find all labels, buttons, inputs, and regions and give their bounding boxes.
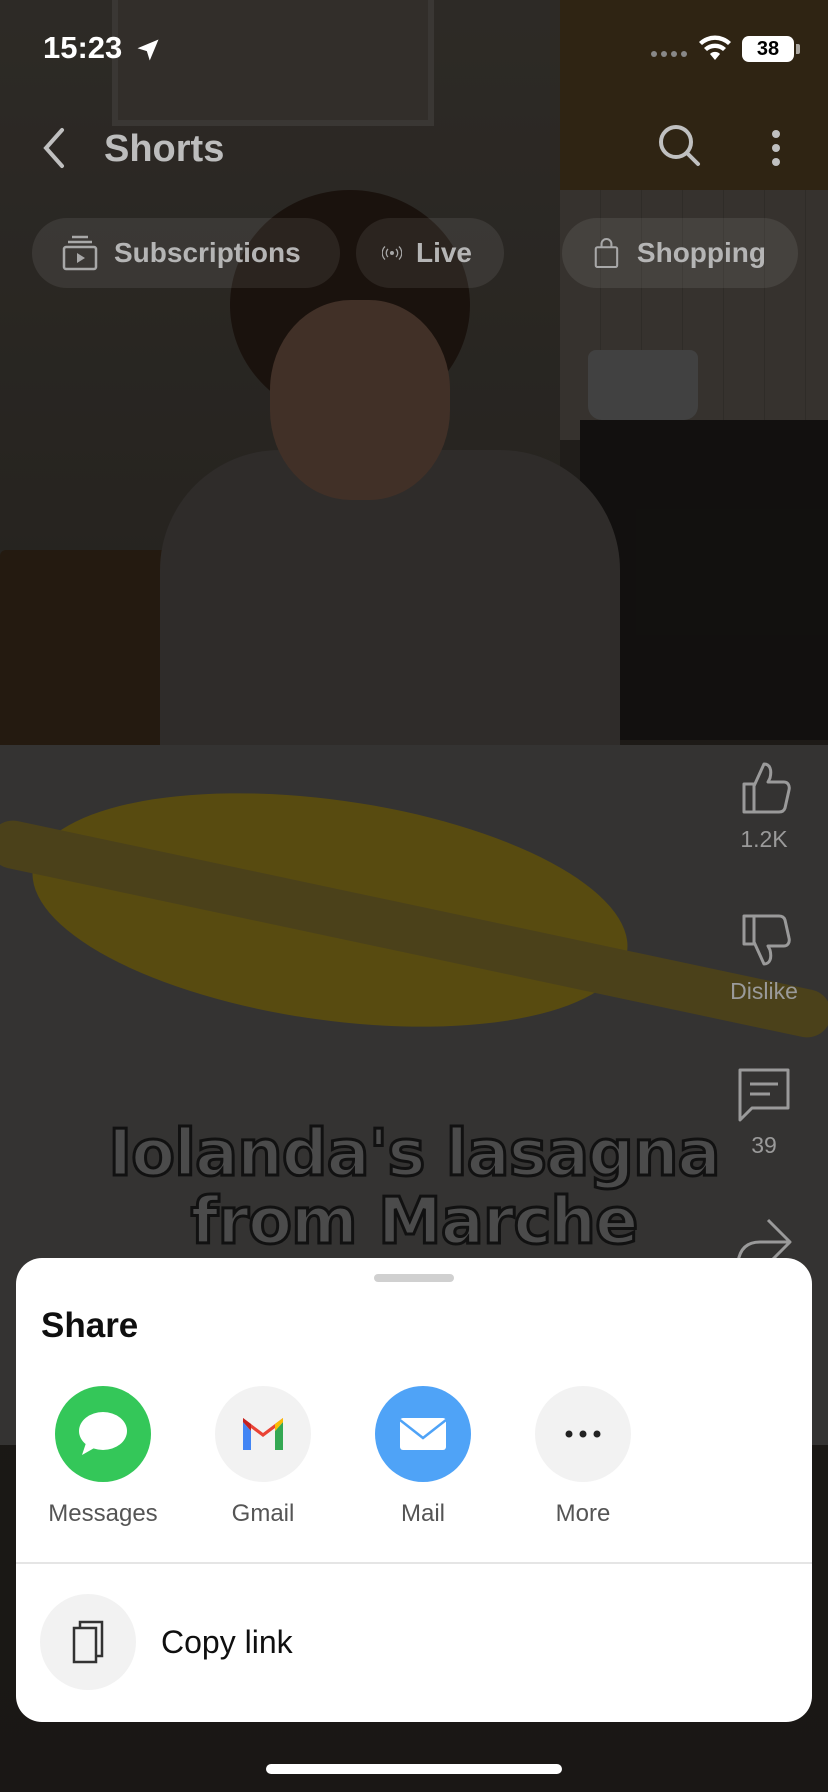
more-vertical-icon[interactable] [766, 126, 786, 170]
share-target-mail[interactable]: Mail [348, 1386, 498, 1528]
sheet-divider [16, 1562, 812, 1564]
mail-icon [399, 1418, 447, 1450]
battery-icon: 38 [742, 36, 794, 62]
share-target-more[interactable]: More [508, 1386, 658, 1528]
video-caption-line-2: from Marche [189, 1185, 640, 1259]
chip-subscriptions[interactable]: Subscriptions [32, 218, 340, 288]
cellular-signal-icon [651, 51, 687, 57]
comment-icon [738, 1068, 790, 1122]
back-icon[interactable] [38, 126, 70, 170]
comments-button[interactable]: 39 [726, 1064, 802, 1159]
shorts-screen: Iolanda's lasagna from Marche 15:23 38 S… [0, 0, 828, 1792]
shopping-bag-icon [594, 238, 619, 269]
like-count: 1.2K [740, 826, 788, 852]
chip-shopping-label: Shopping [636, 237, 766, 268]
thumbs-down-icon [742, 914, 791, 966]
share-sheet: Share Messages Gmail Mail More Copy link [16, 1258, 812, 1722]
location-arrow-icon [137, 39, 159, 61]
video-caption: Iolanda's lasagna from Marche [0, 1117, 828, 1259]
more-horizontal-icon [565, 1430, 601, 1438]
top-app-bar: Shorts [0, 110, 828, 190]
share-target-mail-label: Mail [400, 1500, 445, 1527]
share-target-messages-label: Messages [48, 1500, 158, 1527]
share-target-gmail[interactable]: Gmail [188, 1386, 338, 1528]
status-time: 15:23 [43, 30, 123, 65]
dislike-button[interactable]: Dislike [726, 910, 802, 1005]
wifi-icon [699, 35, 731, 60]
share-target-more-label: More [555, 1500, 611, 1527]
chip-shopping[interactable]: Shopping [562, 218, 798, 288]
gmail-icon [243, 1418, 283, 1450]
sheet-grabber[interactable] [374, 1274, 454, 1282]
share-target-gmail-label: Gmail [231, 1500, 295, 1527]
share-button[interactable] [726, 1214, 802, 1264]
share-sheet-title: Share [41, 1306, 139, 1345]
chip-live[interactable]: Live [356, 218, 504, 288]
battery-level: 38 [756, 38, 780, 60]
home-indicator[interactable] [266, 1764, 562, 1774]
comment-count: 39 [751, 1132, 777, 1158]
messages-icon [79, 1412, 127, 1455]
chip-live-label: Live [415, 237, 472, 268]
like-button[interactable]: 1.2K [726, 758, 802, 853]
page-title: Shorts [104, 128, 225, 170]
live-icon [382, 246, 402, 260]
status-bar: 15:23 38 [0, 0, 828, 100]
chip-subscriptions-label: Subscriptions [114, 237, 301, 268]
copy-icon [72, 1620, 104, 1664]
dislike-label: Dislike [730, 978, 798, 1004]
video-caption-line-1: Iolanda's lasagna [107, 1117, 722, 1191]
copy-link-row[interactable]: Copy link [16, 1594, 812, 1694]
copy-link-label: Copy link [161, 1624, 293, 1660]
share-arrow-icon [736, 1218, 792, 1264]
thumbs-up-icon [742, 762, 791, 814]
subscriptions-icon [62, 235, 98, 271]
search-icon[interactable] [656, 122, 702, 168]
share-target-messages[interactable]: Messages [28, 1386, 178, 1528]
